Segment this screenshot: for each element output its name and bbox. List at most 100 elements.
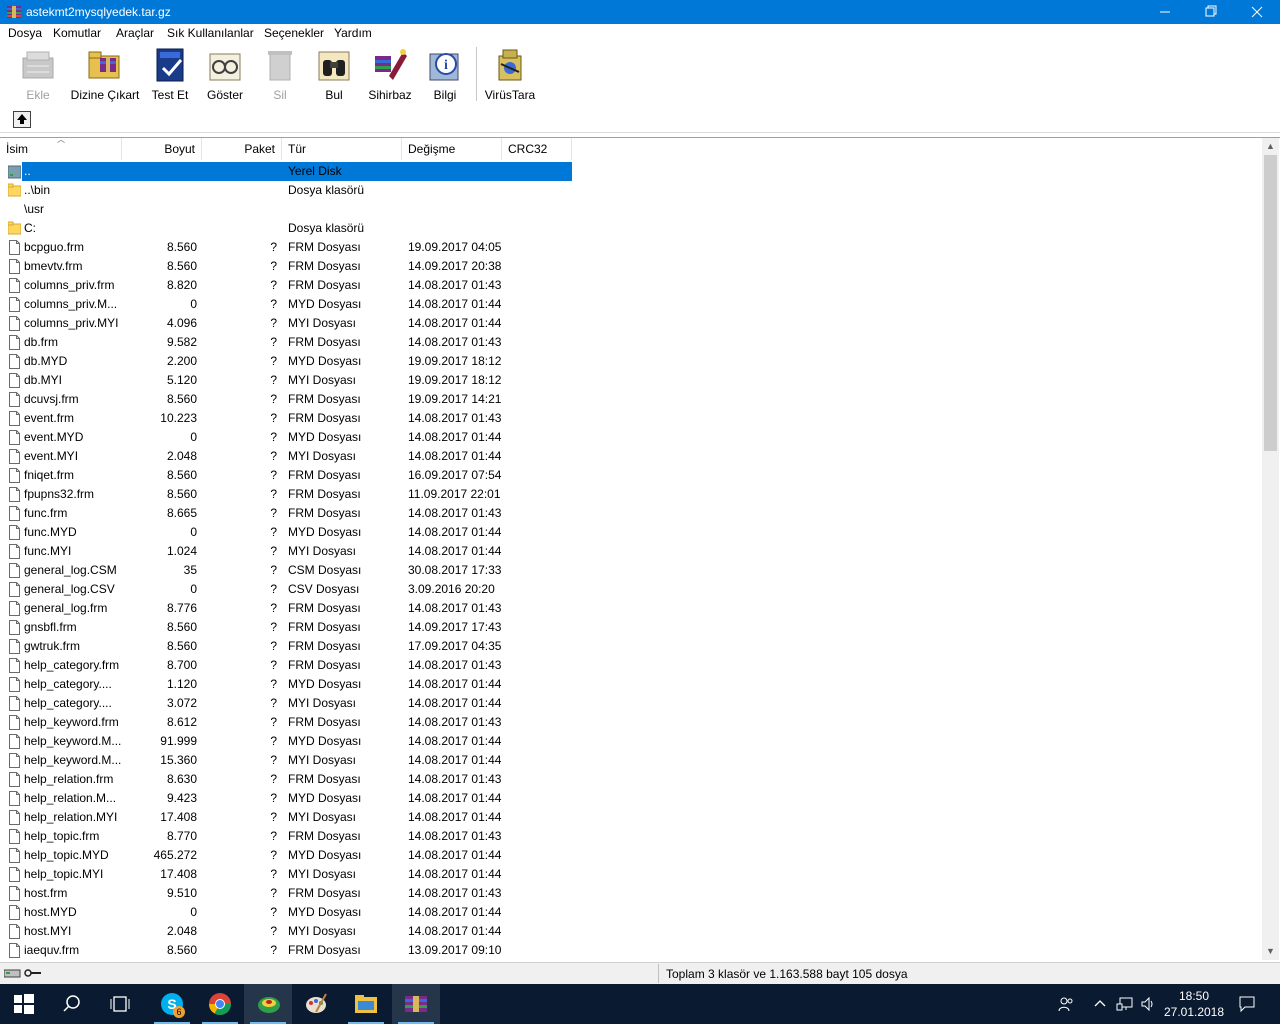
clock[interactable]: 18:50 27.01.2018: [1160, 988, 1228, 1020]
file-packed: ?: [270, 430, 277, 444]
file-modified: 14.08.2017 01:43: [408, 715, 502, 729]
speaker-icon[interactable]: [1140, 996, 1156, 1012]
menu-dosya[interactable]: Dosya: [8, 26, 42, 40]
list-item[interactable]: help_keyword.M... 15.360? MYI Dosyası 14.08…: [0, 751, 572, 770]
list-item[interactable]: bcpguo.frm 8.560? FRM Dosyası 19.09.2017 04…: [0, 238, 572, 257]
column-header-type[interactable]: Tür: [282, 138, 402, 160]
list-item[interactable]: func.MYI 1.024? MYI Dosyası 14.08.2017 01:4…: [0, 542, 572, 561]
file-type: MYI Dosyası: [288, 753, 357, 767]
taskbar-file-explorer[interactable]: [342, 984, 390, 1024]
list-item[interactable]: bmevtv.frm 8.560? FRM Dosyası 14.09.2017 20…: [0, 257, 572, 276]
list-item[interactable]: help_relation.M... 9.423? MYD Dosyası 14.08…: [0, 789, 572, 808]
task-view-button[interactable]: [96, 984, 144, 1024]
view-button[interactable]: Göster: [200, 46, 250, 104]
delete-button[interactable]: Sil: [258, 46, 302, 104]
virus-scan-button[interactable]: VirüsTara: [484, 46, 536, 104]
file-size: 35: [183, 563, 197, 577]
menu-yardim[interactable]: Yardım: [334, 26, 372, 40]
people-icon[interactable]: [1058, 996, 1074, 1012]
list-item[interactable]: dcuvsj.frm 8.560? FRM Dosyası 19.09.2017 14…: [0, 390, 572, 409]
file-name: iaequv.frm: [24, 943, 80, 957]
list-item[interactable]: func.frm 8.665? FRM Dosyası 14.08.2017 01:4…: [0, 504, 572, 523]
taskbar-winrar[interactable]: [392, 984, 440, 1024]
search-button[interactable]: [48, 984, 96, 1024]
list-item[interactable]: host.MYI 2.048? MYI Dosyası 14.08.2017 01:4…: [0, 922, 572, 941]
file-type: MYI Dosyası: [288, 316, 357, 330]
network-icon[interactable]: [1116, 996, 1134, 1012]
list-item[interactable]: db.MYD 2.200? MYD Dosyası 19.09.2017 18:12: [0, 352, 572, 371]
list-item[interactable]: ..\bin Dosya klasörü: [0, 181, 572, 200]
list-item[interactable]: db.frm 9.582? FRM Dosyası 14.08.2017 01:43: [0, 333, 572, 352]
taskbar-skype[interactable]: S 6: [148, 984, 196, 1024]
taskbar-app-globe[interactable]: [244, 984, 292, 1024]
winrar-app-icon[interactable]: [6, 4, 22, 20]
list-item[interactable]: \usr: [0, 200, 572, 219]
notifications-icon[interactable]: [1238, 995, 1256, 1013]
list-item[interactable]: func.MYD 0? MYD Dosyası 14.08.2017 01:44: [0, 523, 572, 542]
list-item[interactable]: fpupns32.frm 8.560? FRM Dosyası 11.09.2017 …: [0, 485, 572, 504]
list-item[interactable]: fniqet.frm 8.560? FRM Dosyası 16.09.2017 07…: [0, 466, 572, 485]
column-header-modified[interactable]: Değişme: [402, 138, 502, 160]
list-item[interactable]: help_relation.frm 8.630? FRM Dosyası 14.08.…: [0, 770, 572, 789]
list-item[interactable]: general_log.frm 8.776? FRM Dosyası 14.08.20…: [0, 599, 572, 618]
list-item[interactable]: iaequv.frm 8.560? FRM Dosyası 13.09.2017 09…: [0, 941, 572, 960]
list-item[interactable]: help_keyword.M... 91.999? MYD Dosyası 14.08…: [0, 732, 572, 751]
close-button[interactable]: [1234, 0, 1280, 24]
scroll-thumb[interactable]: [1264, 155, 1277, 451]
list-item[interactable]: host.frm 9.510? FRM Dosyası 14.08.2017 01:4…: [0, 884, 572, 903]
list-item[interactable]: help_category.frm 8.700? FRM Dosyası 14.08.…: [0, 656, 572, 675]
list-item[interactable]: C: Dosya klasörü: [0, 219, 572, 238]
list-item[interactable]: host.MYD 0? MYD Dosyası 14.08.2017 01:44: [0, 903, 572, 922]
list-item[interactable]: general_log.CSM 35? CSM Dosyası 30.08.2017 …: [0, 561, 572, 580]
list-item[interactable]: .. Yerel Disk: [0, 162, 572, 181]
scroll-up-icon[interactable]: ▲: [1262, 138, 1279, 155]
menu-secenekler[interactable]: Seçenekler: [264, 26, 324, 40]
up-folder-icon[interactable]: [13, 111, 31, 128]
file-type: Dosya klasörü: [288, 221, 365, 235]
maximize-button[interactable]: [1188, 0, 1234, 24]
find-button[interactable]: Bul: [310, 46, 358, 104]
list-item[interactable]: event.MYD 0? MYD Dosyası 14.08.2017 01:44: [0, 428, 572, 447]
file-size: [122, 181, 197, 200]
column-header-crc32[interactable]: CRC32: [502, 138, 572, 160]
list-item[interactable]: help_category.... 3.072? MYI Dosyası 14.08.…: [0, 694, 572, 713]
taskbar-paint[interactable]: [292, 984, 340, 1024]
file-icon: [9, 601, 20, 616]
menu-sik-kullanilanlar[interactable]: Sık Kullanılanlar: [167, 26, 254, 40]
list-item[interactable]: help_topic.MYI 17.408? MYI Dosyası 14.08.20…: [0, 865, 572, 884]
vertical-scrollbar[interactable]: ▲ ▼: [1262, 138, 1279, 960]
column-header-packed[interactable]: Paket: [202, 138, 282, 160]
file-modified: 14.08.2017 01:44: [408, 924, 502, 938]
list-item[interactable]: gwtruk.frm 8.560? FRM Dosyası 17.09.2017 04…: [0, 637, 572, 656]
add-button[interactable]: Ekle: [10, 46, 66, 104]
minimize-button[interactable]: [1142, 0, 1188, 24]
file-icon: [9, 544, 20, 559]
list-item[interactable]: help_keyword.frm 8.612? FRM Dosyası 14.08.2…: [0, 713, 572, 732]
list-item[interactable]: columns_priv.frm 8.820? FRM Dosyası 14.08.2…: [0, 276, 572, 295]
start-button[interactable]: [0, 984, 48, 1024]
file-modified: 14.08.2017 01:43: [408, 411, 502, 425]
list-item[interactable]: general_log.CSV 0? CSV Dosyası 3.09.2016 20…: [0, 580, 572, 599]
list-item[interactable]: help_topic.frm 8.770? FRM Dosyası 14.08.201…: [0, 827, 572, 846]
taskbar-chrome[interactable]: [196, 984, 244, 1024]
column-header-name[interactable]: İsim: [0, 138, 122, 160]
test-button[interactable]: Test Et: [146, 46, 194, 104]
list-item[interactable]: db.MYI 5.120? MYI Dosyası 19.09.2017 18:12: [0, 371, 572, 390]
scroll-down-icon[interactable]: ▼: [1262, 943, 1279, 960]
list-item[interactable]: columns_priv.M... 0? MYD Dosyası 14.08.2017…: [0, 295, 572, 314]
list-item[interactable]: event.MYI 2.048? MYI Dosyası 14.08.2017 01:…: [0, 447, 572, 466]
wizard-button[interactable]: Sihirbaz: [364, 46, 416, 104]
column-header-size[interactable]: Boyut: [122, 138, 202, 160]
menu-araclar[interactable]: Araçlar: [116, 26, 154, 40]
chevron-up-icon[interactable]: [1094, 998, 1106, 1008]
list-item[interactable]: columns_priv.MYI 4.096? MYI Dosyası 14.08.2…: [0, 314, 572, 333]
info-button[interactable]: i Bilgi: [424, 46, 466, 104]
list-item[interactable]: gnsbfl.frm 8.560? FRM Dosyası 14.09.2017 17…: [0, 618, 572, 637]
list-item[interactable]: help_category.... 1.120? MYD Dosyası 14.08.…: [0, 675, 572, 694]
list-item[interactable]: event.frm 10.223? FRM Dosyası 14.08.2017 01…: [0, 409, 572, 428]
menu-komutlar[interactable]: Komutlar: [53, 26, 101, 40]
list-item[interactable]: help_relation.MYI 17.408? MYI Dosyası 14.08…: [0, 808, 572, 827]
extract-to-button[interactable]: Dizine Çıkart: [70, 46, 140, 104]
title-bar[interactable]: astekmt2mysqlyedek.tar.gz: [0, 0, 1280, 24]
list-item[interactable]: help_topic.MYD 465.272? MYD Dosyası 14.08.2…: [0, 846, 572, 865]
